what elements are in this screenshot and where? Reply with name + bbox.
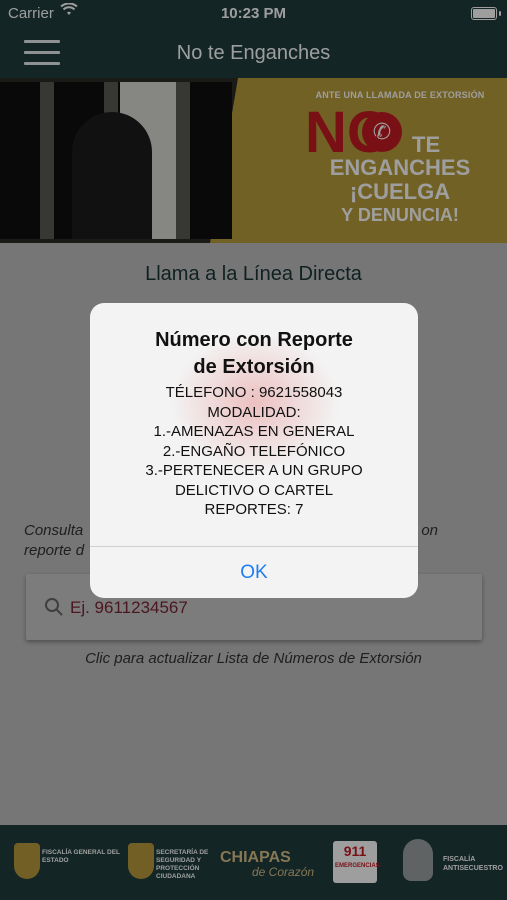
alert-title: Número con Reporte de Extorsión — [155, 329, 353, 378]
alert-message: TÉLEFONO : 9621558043 MODALIDAD: 1.-AMEN… — [90, 383, 418, 520]
alert-line: DELICTIVO O CARTEL — [174, 481, 334, 499]
alert-phone-line: TÉLEFONO : 9621558043 — [165, 384, 343, 401]
alert-reports-line: REPORTES: 7 — [204, 501, 304, 518]
alert-line: 1.-AMENAZAS EN GENERAL — [153, 423, 355, 440]
alert-line: 2.-ENGAÑO TELEFÓNICO — [162, 442, 346, 460]
alert-modalidad-line: MODALIDAD: — [207, 403, 301, 421]
extortion-report-alert: Número con Reporte de Extorsión TÉLEFONO… — [90, 303, 418, 598]
alert-line: 3.-PERTENECER A UN GRUPO — [145, 462, 363, 479]
ok-button[interactable]: OK — [90, 547, 418, 598]
